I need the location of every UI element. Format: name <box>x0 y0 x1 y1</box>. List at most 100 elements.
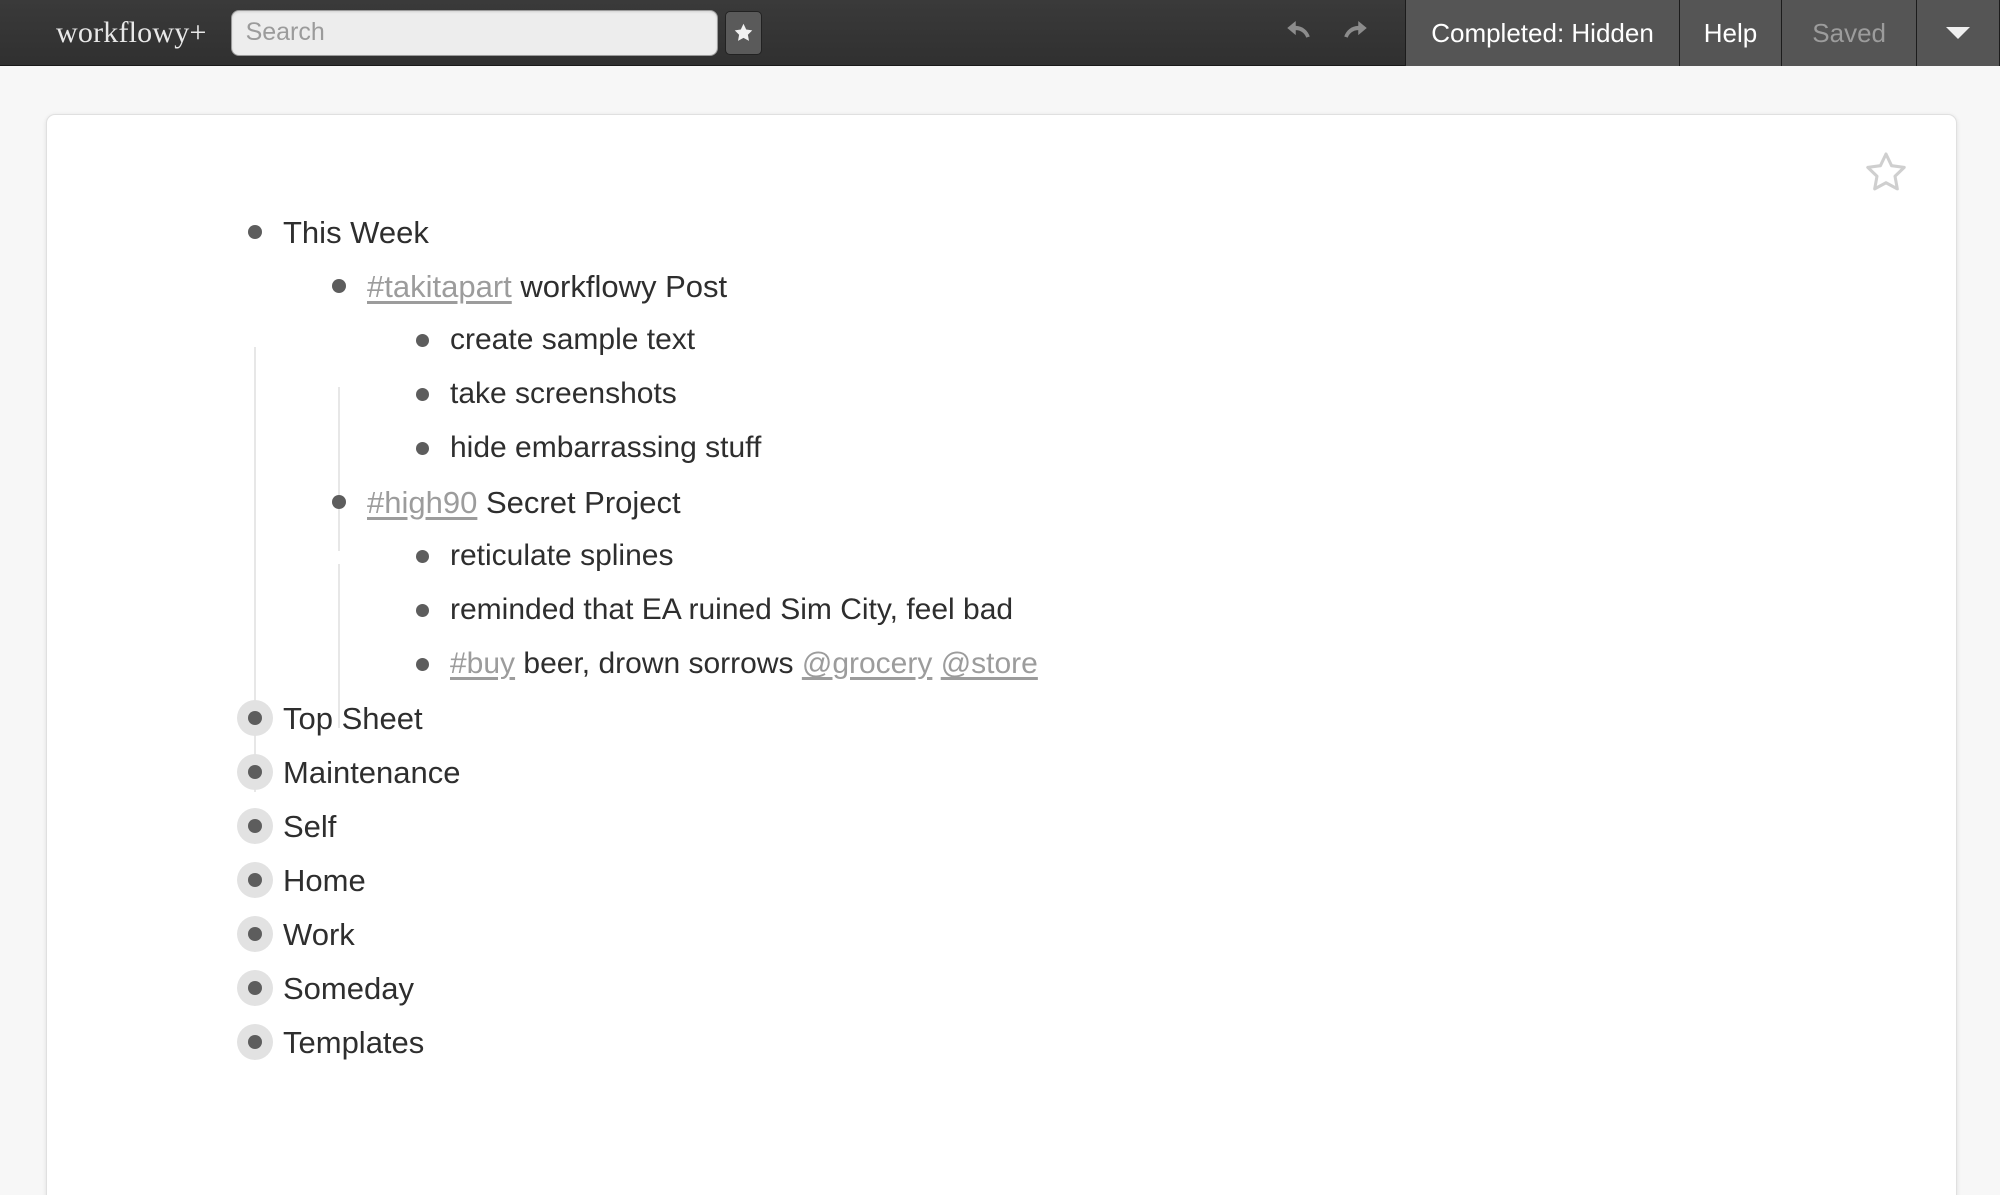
bullet-dot <box>416 550 429 563</box>
outline-item-text[interactable]: take screenshots <box>444 379 677 409</box>
outline-item-label: This Week <box>283 215 429 250</box>
outline-item-text[interactable]: hide embarrassing stuff <box>444 433 761 463</box>
outline-item-label: beer, drown sorrows <box>515 647 802 680</box>
outline-item-text[interactable]: #takitapart workflowy Post <box>361 271 727 302</box>
bullet-dot <box>416 388 429 401</box>
outline-item-label: workflowy Post <box>512 269 727 304</box>
outline-row[interactable]: reticulate splines <box>47 529 1956 583</box>
bullet-collapsed-icon[interactable] <box>237 1024 273 1060</box>
outline-row[interactable]: Work <box>47 907 1956 961</box>
app-header: workflowy+ Completed: Hidden Help Saved <box>0 0 2000 66</box>
bullet-dot <box>332 495 346 509</box>
bullet-dot <box>416 334 429 347</box>
outline-row[interactable]: hide embarrassing stuff <box>47 421 1956 475</box>
outline-row[interactable]: Top Sheet <box>47 691 1956 745</box>
bullet-collapsed-icon[interactable] <box>237 808 273 844</box>
outline-item-text[interactable]: reticulate splines <box>444 541 673 571</box>
outline-row[interactable]: Home <box>47 853 1956 907</box>
star-filled-icon[interactable] <box>725 11 762 55</box>
outline-item-label: Templates <box>283 1025 424 1060</box>
redo-icon[interactable] <box>1337 16 1371 50</box>
bullet-icon[interactable] <box>404 430 440 466</box>
outline-item-text[interactable]: Someday <box>277 973 414 1004</box>
outline-row[interactable]: #takitapart workflowy Post <box>47 259 1956 313</box>
mention-link[interactable]: @store <box>941 647 1038 680</box>
bullet-dot <box>248 819 262 833</box>
saved-status: Saved <box>1781 0 1917 66</box>
outline-row[interactable]: take screenshots <box>47 367 1956 421</box>
history-controls <box>1269 0 1405 65</box>
outline-item-label: Self <box>283 809 336 844</box>
chevron-down-icon <box>1946 27 1970 39</box>
app-logo[interactable]: workflowy+ <box>0 0 207 65</box>
outline-item-text[interactable]: Templates <box>277 1027 424 1058</box>
hashtag-link[interactable]: #buy <box>450 647 515 680</box>
hashtag-link[interactable]: #high90 <box>367 485 477 520</box>
outline-row[interactable]: Self <box>47 799 1956 853</box>
bullet-icon[interactable] <box>404 322 440 358</box>
bullet-dot <box>248 873 262 887</box>
outline-item-text[interactable]: #buy beer, drown sorrows @grocery @store <box>444 649 1038 679</box>
outline-item-text[interactable]: create sample text <box>444 325 695 355</box>
bullet-icon[interactable] <box>237 214 273 250</box>
hashtag-link[interactable]: #takitapart <box>367 269 512 304</box>
bullet-collapsed-icon[interactable] <box>237 700 273 736</box>
outline-item-text[interactable]: #high90 Secret Project <box>361 487 681 518</box>
outline-row[interactable]: #buy beer, drown sorrows @grocery @store <box>47 637 1956 691</box>
outline-item-text[interactable]: This Week <box>277 217 429 248</box>
bullet-dot <box>248 927 262 941</box>
bullet-dot <box>416 658 429 671</box>
bullet-dot <box>248 981 262 995</box>
bullet-icon[interactable] <box>404 592 440 628</box>
completed-filter-button[interactable]: Completed: Hidden <box>1405 0 1680 66</box>
outline-row[interactable]: Templates <box>47 1015 1956 1069</box>
outline-row[interactable]: Maintenance <box>47 745 1956 799</box>
bullet-dot <box>248 225 262 239</box>
outline-row[interactable]: reminded that EA ruined Sim City, feel b… <box>47 583 1956 637</box>
outline-item-label: reminded that EA ruined Sim City, feel b… <box>450 593 1013 626</box>
outline-item-label: hide embarrassing stuff <box>450 431 761 464</box>
header-spacer <box>762 0 1270 65</box>
bullet-collapsed-icon[interactable] <box>237 862 273 898</box>
outline-item-label: take screenshots <box>450 377 677 410</box>
mention-link[interactable]: @grocery <box>802 647 933 680</box>
undo-icon[interactable] <box>1283 16 1317 50</box>
outline-item-text[interactable]: Work <box>277 919 355 950</box>
outline-row[interactable]: This Week <box>47 205 1956 259</box>
outline-row[interactable]: Someday <box>47 961 1956 1015</box>
search-area <box>231 0 762 65</box>
outline-item-label: Top Sheet <box>283 701 423 736</box>
outline-item-label: Maintenance <box>283 755 461 790</box>
bullet-icon[interactable] <box>404 376 440 412</box>
outline-item-text[interactable]: Maintenance <box>277 757 461 788</box>
bullet-icon[interactable] <box>404 646 440 682</box>
outline-item-label: reticulate splines <box>450 539 673 572</box>
bullet-collapsed-icon[interactable] <box>237 916 273 952</box>
outline-item-text[interactable]: Home <box>277 865 366 896</box>
outline-item-text[interactable]: Self <box>277 811 336 842</box>
bullet-dot <box>248 711 262 725</box>
bullet-collapsed-icon[interactable] <box>237 754 273 790</box>
bullet-icon[interactable] <box>321 268 357 304</box>
bullet-icon[interactable] <box>404 538 440 574</box>
outline-row[interactable]: create sample text <box>47 313 1956 367</box>
outline-item-text[interactable]: Top Sheet <box>277 703 423 734</box>
outline-row[interactable]: #high90 Secret Project <box>47 475 1956 529</box>
outline-item-label: Someday <box>283 971 414 1006</box>
page-body: This Week #takitapart workflowy Post creat… <box>0 66 2000 1195</box>
account-menu-button[interactable] <box>1916 0 2000 66</box>
bullet-dot <box>416 604 429 617</box>
outline-item-label: Home <box>283 863 366 898</box>
bullet-collapsed-icon[interactable] <box>237 970 273 1006</box>
bullet-dot <box>332 279 346 293</box>
star-outline-icon[interactable] <box>1863 149 1909 195</box>
outline-list: This Week #takitapart workflowy Post creat… <box>47 205 1956 1069</box>
bullet-dot <box>248 1035 262 1049</box>
outline-item-text[interactable]: reminded that EA ruined Sim City, feel b… <box>444 595 1013 625</box>
bullet-icon[interactable] <box>321 484 357 520</box>
outline-item-label: Work <box>283 917 355 952</box>
outline-card: This Week #takitapart workflowy Post creat… <box>46 114 1957 1195</box>
bullet-dot <box>248 765 262 779</box>
help-button[interactable]: Help <box>1679 0 1782 66</box>
search-input[interactable] <box>231 10 718 56</box>
